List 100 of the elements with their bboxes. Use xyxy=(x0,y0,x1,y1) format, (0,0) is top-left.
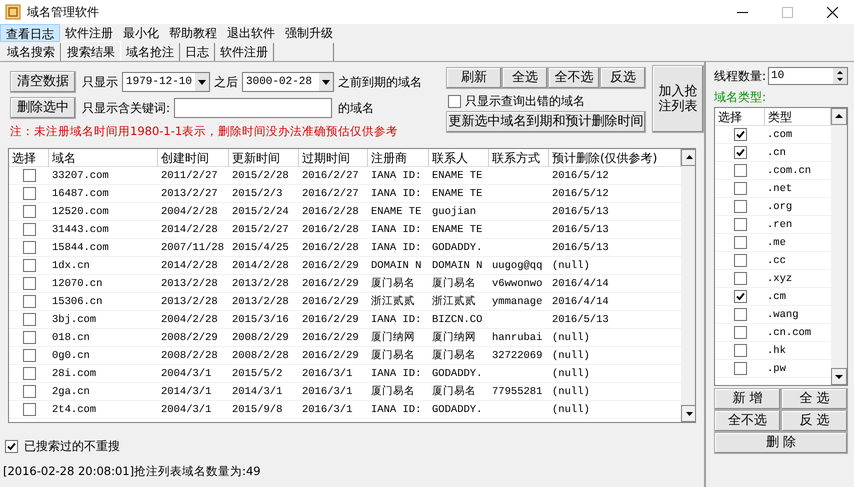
row-checkbox[interactable] xyxy=(22,259,36,272)
table-cell-text: 2016/2/29 xyxy=(301,295,360,310)
toolbar-button[interactable]: 刷新 xyxy=(446,67,502,89)
scroll-down-icon[interactable] xyxy=(681,405,695,422)
type-button[interactable]: 全不选 xyxy=(714,410,781,432)
type-checkbox[interactable] xyxy=(734,344,746,357)
row-checkbox[interactable] xyxy=(22,349,36,362)
row-checkbox[interactable] xyxy=(22,367,36,380)
tab[interactable]: 日志 xyxy=(180,43,215,61)
table-cell-text: 2t4.com xyxy=(51,403,98,418)
toolbar-button[interactable]: 反选 xyxy=(600,67,646,89)
menu-item[interactable]: 软件注册 xyxy=(60,24,118,42)
table-cell-text: DOMAIN N xyxy=(370,259,422,274)
row-checkbox[interactable] xyxy=(22,169,36,182)
table-cell-text: ENAME TE xyxy=(431,187,484,202)
row-checkbox[interactable] xyxy=(22,277,36,290)
type-checkbox[interactable] xyxy=(734,218,746,231)
row-checkbox[interactable] xyxy=(22,241,36,254)
table-cell-text: 28i.com xyxy=(51,367,98,382)
column-header[interactable]: 联系方式 xyxy=(489,149,549,168)
table-cell-text: .pw xyxy=(766,362,787,377)
row-checkbox[interactable] xyxy=(22,223,36,236)
type-checkbox[interactable] xyxy=(734,164,746,177)
table-cell-text: 2015/2/27 xyxy=(231,223,290,238)
column-header[interactable]: 选择 xyxy=(715,108,765,126)
row-checkbox[interactable] xyxy=(22,385,36,398)
table-cell-text: 2016/5/13 xyxy=(551,313,610,328)
table-cell-text: 2016/2/29 xyxy=(301,277,360,292)
menu-item[interactable]: 最小化 xyxy=(118,24,164,42)
update-times-button[interactable]: 更新选中域名到期和预计删除时间 xyxy=(446,111,646,133)
type-checkbox[interactable] xyxy=(734,254,746,267)
delete-selected-button[interactable]: 删除选中 xyxy=(10,97,76,119)
column-header[interactable]: 域名 xyxy=(49,149,158,168)
table-cell-text: 2015/3/16 xyxy=(231,313,290,328)
type-checkbox[interactable] xyxy=(734,290,746,303)
no-repeat-checkbox[interactable] xyxy=(5,440,18,453)
type-button[interactable]: 全 选 xyxy=(781,388,848,410)
date-from-dropdown[interactable]: 1979-12-10 xyxy=(122,72,210,92)
column-header[interactable]: 注册商 xyxy=(368,149,429,168)
table-cell-text: 厦门易名 xyxy=(370,276,416,292)
keyword-field[interactable] xyxy=(174,98,332,118)
table-cell-text: .cn xyxy=(766,146,787,161)
type-checkbox[interactable] xyxy=(734,326,746,339)
table-cell-text: (null) xyxy=(551,385,591,400)
column-header[interactable]: 更新时间 xyxy=(229,149,299,168)
type-checkbox[interactable] xyxy=(734,308,746,321)
keyword-label: 只显示含关键词: xyxy=(82,100,170,117)
spinner-arrows-icon[interactable] xyxy=(833,68,847,84)
type-checkbox[interactable] xyxy=(734,236,746,249)
scroll-up-icon[interactable] xyxy=(681,149,695,166)
row-checkbox[interactable] xyxy=(22,295,36,308)
scroll-down-icon[interactable] xyxy=(831,368,847,385)
scrollbar[interactable] xyxy=(681,149,695,422)
table-cell-text: ENAME TE xyxy=(370,205,422,220)
close-icon[interactable] xyxy=(827,6,838,18)
table-cell-text: GODADDY. xyxy=(431,241,484,256)
type-checkbox[interactable] xyxy=(734,182,746,195)
tab[interactable]: 搜索结果 xyxy=(61,41,121,61)
toolbar-button[interactable]: 全不选 xyxy=(548,67,600,89)
threads-spinner[interactable]: 10 xyxy=(768,67,848,85)
column-header[interactable]: 过期时间 xyxy=(299,149,368,168)
menu-item[interactable]: 帮助教程 xyxy=(164,24,222,42)
status-text: [2016-02-28 20:08:01]抢注列表域名数量为:49 xyxy=(2,463,262,480)
type-checkbox[interactable] xyxy=(734,272,746,285)
table-cell-text: BIZCN.CO xyxy=(431,313,484,328)
type-checkbox[interactable] xyxy=(734,128,746,141)
type-checkbox[interactable] xyxy=(734,362,746,375)
type-button[interactable]: 反 选 xyxy=(781,410,848,432)
table-cell-text: 33207.com xyxy=(51,169,110,184)
menu-item[interactable]: 强制升级 xyxy=(280,24,338,42)
add-to-list-button[interactable]: 加入抢 注列表 xyxy=(652,65,704,133)
column-header[interactable]: 创建时间 xyxy=(158,149,229,168)
table-cell-text: hanrubai xyxy=(491,331,544,346)
type-checkbox[interactable] xyxy=(734,200,746,213)
date-to-dropdown[interactable]: 3000-02-28 xyxy=(242,72,334,92)
row-checkbox[interactable] xyxy=(22,331,36,344)
errors-only-checkbox[interactable] xyxy=(448,94,461,108)
table-cell-text: 厦门纳网 xyxy=(370,330,416,346)
scroll-up-icon[interactable] xyxy=(831,108,847,125)
row-checkbox[interactable] xyxy=(22,403,36,416)
toolbar-button[interactable]: 全选 xyxy=(502,67,548,89)
row-checkbox[interactable] xyxy=(22,313,36,326)
column-header[interactable]: 联系人 xyxy=(429,149,489,168)
scrollbar[interactable] xyxy=(831,108,847,385)
clear-data-button[interactable]: 清空数据 xyxy=(10,71,76,93)
row-checkbox[interactable] xyxy=(22,205,36,218)
tab[interactable]: 域名抢注 xyxy=(121,43,180,61)
table-cell-text: .xyz xyxy=(766,272,794,287)
table-cell-text: 2016/5/12 xyxy=(551,169,610,184)
menu-item[interactable]: 退出软件 xyxy=(222,24,280,42)
type-button[interactable]: 新 增 xyxy=(714,388,781,410)
row-checkbox[interactable] xyxy=(22,187,36,200)
column-header[interactable]: 选择 xyxy=(9,149,49,168)
menu-item[interactable]: 查看日志 xyxy=(0,24,60,42)
delete-type-button[interactable]: 删 除 xyxy=(714,432,848,454)
type-checkbox[interactable] xyxy=(734,146,746,159)
tab[interactable]: 软件注册 xyxy=(215,43,274,61)
table-cell-text: ENAME TE xyxy=(431,169,484,184)
table-cell-text: 77955281 xyxy=(491,385,544,400)
app-icon xyxy=(5,4,21,20)
